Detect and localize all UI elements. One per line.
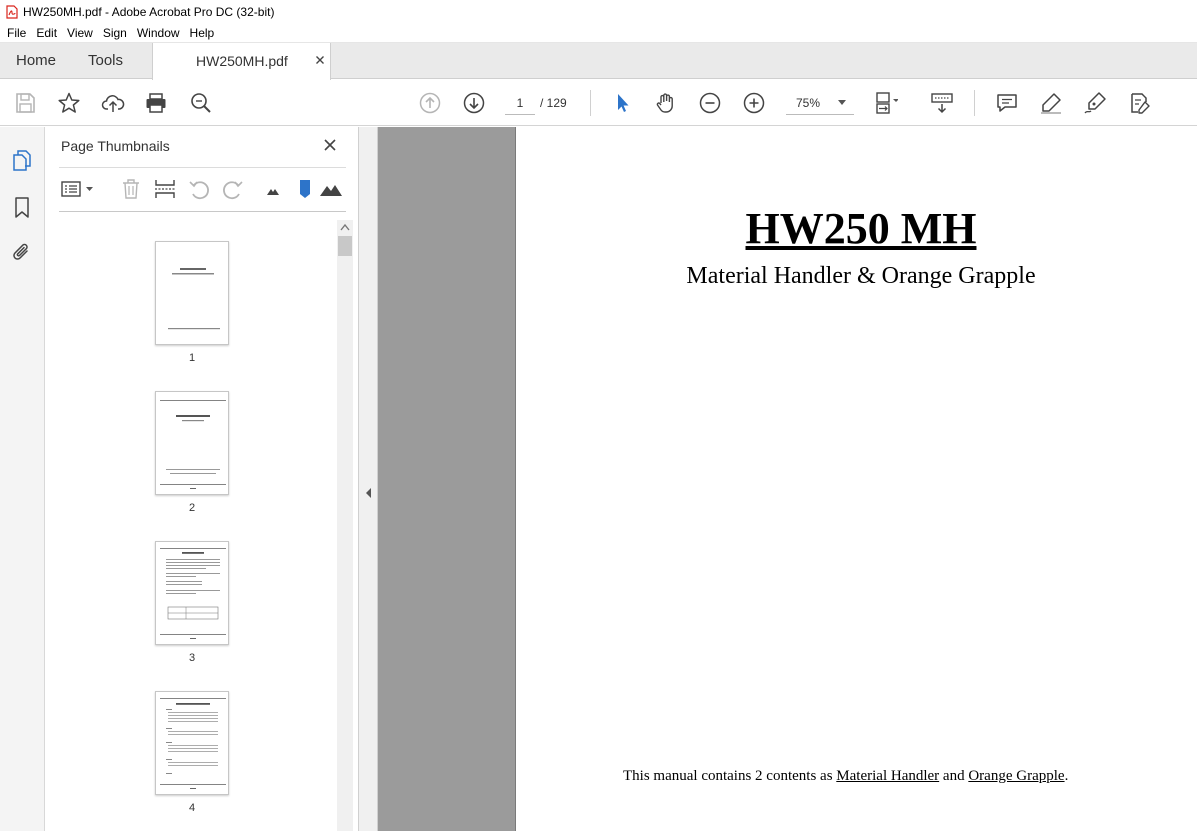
toolbar-separator xyxy=(590,90,591,116)
menu-help[interactable]: Help xyxy=(185,26,220,40)
thumbnail-preview xyxy=(168,268,220,330)
thumbnail-page-number: 2 xyxy=(188,502,196,514)
menu-bar: File Edit View Sign Window Help xyxy=(0,23,1197,43)
delete-page-icon[interactable] xyxy=(119,177,143,201)
next-page-icon[interactable] xyxy=(462,91,486,115)
thumbnail-preview xyxy=(160,548,226,639)
tab-document-label: HW250MH.pdf xyxy=(196,53,288,69)
pdf-page: HW250 MH Material Handler & Orange Grapp… xyxy=(515,127,1197,831)
rotate-counterclockwise-icon[interactable] xyxy=(187,177,211,201)
zoom-level-value: 75% xyxy=(796,96,821,110)
menu-file[interactable]: File xyxy=(2,26,31,40)
sign-pen-icon[interactable] xyxy=(1083,91,1107,115)
tab-tools[interactable]: Tools xyxy=(88,43,123,79)
menu-sign[interactable]: Sign xyxy=(98,26,132,40)
zoom-search-icon[interactable] xyxy=(189,91,213,115)
bookmark-star-icon[interactable] xyxy=(57,91,81,115)
document-subtitle: Material Handler & Orange Grapple xyxy=(686,263,1036,289)
highlight-pen-icon[interactable] xyxy=(1039,91,1063,115)
panel-collapse-handle[interactable] xyxy=(359,127,378,831)
material-handler-link[interactable]: Material Handler xyxy=(836,768,939,784)
hand-tool-icon[interactable] xyxy=(654,91,678,115)
page-thumbnail-3[interactable] xyxy=(155,541,229,645)
close-tab-icon[interactable] xyxy=(313,53,327,67)
document-title: HW250 MH xyxy=(745,204,977,253)
fill-and-sign-icon[interactable] xyxy=(1127,91,1151,115)
thumbnail-page-number: 1 xyxy=(188,352,196,364)
zoom-out-icon[interactable] xyxy=(698,91,722,115)
zoom-level-dropdown[interactable]: 75% xyxy=(786,91,854,115)
attachments-paperclip-icon[interactable] xyxy=(11,241,33,263)
tab-bar: Home Tools HW250MH.pdf xyxy=(0,43,1197,80)
thumbnail-preview xyxy=(160,698,226,789)
scroll-up-arrow-icon[interactable] xyxy=(340,223,350,231)
close-panel-icon[interactable] xyxy=(322,137,338,153)
page-total-label: / 129 xyxy=(540,96,567,110)
chevron-down-icon xyxy=(838,100,846,105)
collapse-left-arrow-icon[interactable] xyxy=(365,487,372,499)
reduce-thumbnail-icon[interactable] xyxy=(261,177,285,201)
page-thumbnail-2[interactable] xyxy=(155,391,229,495)
acrobat-logo-icon xyxy=(6,4,18,19)
bookmarks-icon[interactable] xyxy=(11,196,33,218)
thumbnail-scrollbar[interactable] xyxy=(337,220,353,831)
footer-end: . xyxy=(1064,768,1069,784)
panel-divider xyxy=(59,167,346,168)
scroll-mode-icon[interactable] xyxy=(930,91,954,115)
thumbnail-preview xyxy=(160,400,226,489)
upload-cloud-icon[interactable] xyxy=(101,91,125,115)
page-number-input[interactable] xyxy=(505,91,535,115)
previous-page-icon[interactable] xyxy=(418,91,442,115)
tab-document[interactable]: HW250MH.pdf xyxy=(152,43,331,80)
scrollbar-thumb[interactable] xyxy=(338,236,352,256)
page-thumbnail-1[interactable] xyxy=(155,241,229,345)
enlarge-thumbnail-icon[interactable] xyxy=(319,177,343,201)
panel-divider xyxy=(59,211,346,212)
rotate-clockwise-icon[interactable] xyxy=(221,177,245,201)
menu-edit[interactable]: Edit xyxy=(31,26,62,40)
page-thumbnails-icon[interactable] xyxy=(11,149,33,171)
select-cursor-icon[interactable] xyxy=(610,91,634,115)
save-icon[interactable] xyxy=(13,91,37,115)
page-display-icon[interactable] xyxy=(874,91,898,115)
comment-icon[interactable] xyxy=(995,91,1019,115)
navigation-rail xyxy=(0,127,45,831)
window-title: HW250MH.pdf - Adobe Acrobat Pro DC (32-b… xyxy=(23,4,275,19)
footer-prefix: This manual contains 2 contents as xyxy=(623,768,837,784)
title-bar: HW250MH.pdf - Adobe Acrobat Pro DC (32-b… xyxy=(0,0,1197,23)
tab-home[interactable]: Home xyxy=(16,43,56,79)
page-thumbnail-4[interactable] xyxy=(155,691,229,795)
footer-mid: and xyxy=(939,768,969,784)
document-footer-text: This manual contains 2 contents as Mater… xyxy=(623,768,1068,785)
print-icon[interactable] xyxy=(144,91,168,115)
thumbnail-options-icon[interactable] xyxy=(60,177,96,201)
main-toolbar: / 129 75% xyxy=(0,80,1197,126)
menu-view[interactable]: View xyxy=(62,26,98,40)
insert-page-icon[interactable] xyxy=(153,177,177,201)
zoom-in-icon[interactable] xyxy=(742,91,766,115)
orange-grapple-link[interactable]: Orange Grapple xyxy=(968,768,1064,784)
panel-title: Page Thumbnails xyxy=(61,138,170,154)
thumbnail-page-number: 4 xyxy=(188,802,196,814)
toolbar-separator xyxy=(974,90,975,116)
thumbnail-page-number: 3 xyxy=(188,652,196,664)
menu-window[interactable]: Window xyxy=(132,26,185,40)
thumbnail-size-slider[interactable] xyxy=(293,177,317,201)
